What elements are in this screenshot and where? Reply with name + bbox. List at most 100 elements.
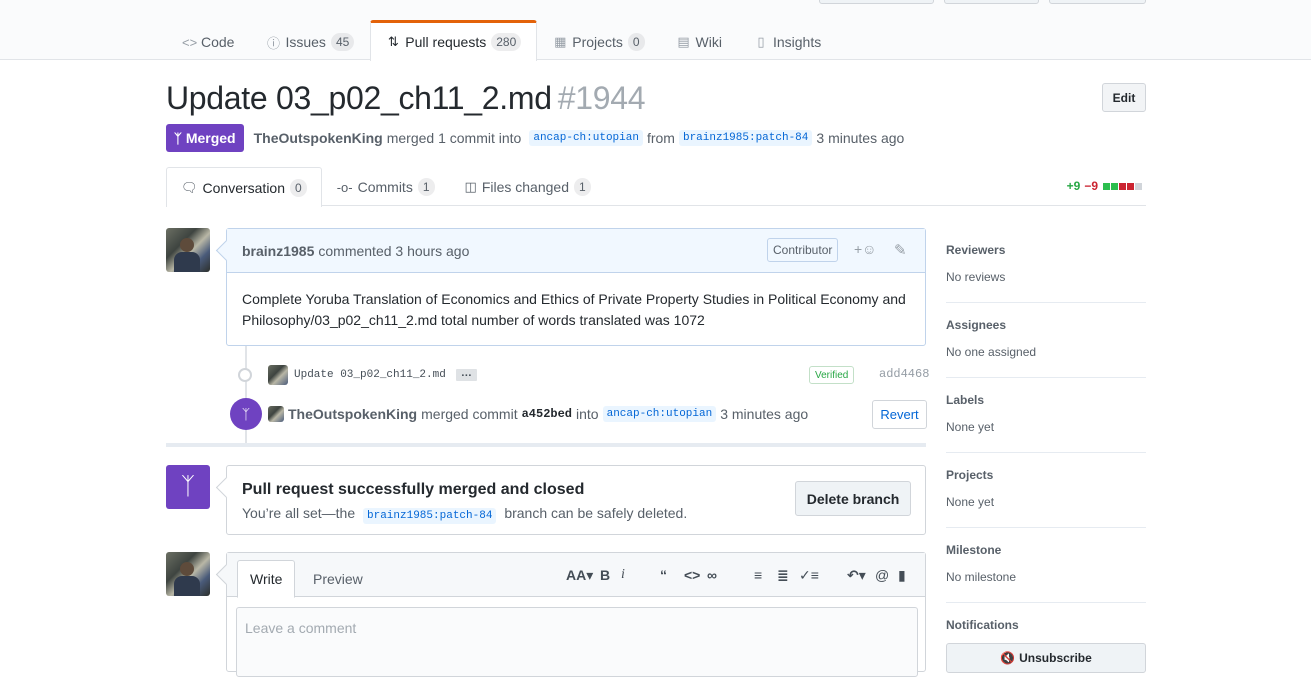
- commit-message-link[interactable]: Update 03_p02_ch11_2.md: [294, 369, 446, 381]
- star-button[interactable]: [944, 0, 1039, 4]
- sidebar-item-assignees: Assignees No one assigned: [946, 303, 1146, 378]
- delete-branch-button[interactable]: Delete branch: [795, 481, 911, 516]
- reply-icon[interactable]: ↶▾: [847, 567, 866, 584]
- tab-pull-requests-label: Pull requests: [405, 34, 487, 50]
- tab-insights[interactable]: ▯ Insights: [738, 20, 837, 61]
- tab-files-changed[interactable]: ◫ Files changed 1: [450, 167, 606, 206]
- diffstat-block: [1103, 182, 1110, 190]
- code-icon[interactable]: <>: [684, 567, 700, 583]
- comment-meta[interactable]: commented 3 hours ago: [318, 243, 469, 259]
- verified-badge[interactable]: Verified: [809, 366, 855, 384]
- edit-title-button[interactable]: Edit: [1102, 83, 1146, 112]
- sidebar-value: No reviews: [946, 270, 1006, 284]
- sidebar-heading[interactable]: Labels: [946, 393, 984, 407]
- pr-title-text: Update 03_p02_ch11_2.md: [166, 80, 552, 116]
- avatar[interactable]: [166, 552, 210, 596]
- sidebar-heading[interactable]: Projects: [946, 468, 993, 482]
- bold-icon[interactable]: B: [600, 567, 610, 583]
- pr-author-link[interactable]: TheOutspokenKing: [254, 130, 383, 146]
- preview-tab[interactable]: Preview: [301, 560, 375, 597]
- pull-requests-counter: 280: [491, 33, 522, 51]
- tab-insights-label: Insights: [772, 34, 822, 50]
- unordered-list-icon[interactable]: ≡: [754, 567, 762, 583]
- italic-icon[interactable]: i: [621, 567, 625, 583]
- sidebar-heading[interactable]: Assignees: [946, 318, 1006, 332]
- sidebar-item-milestone: Milestone No milestone: [946, 528, 1146, 603]
- merge-commit-sha[interactable]: a452bed: [522, 407, 572, 421]
- merge-target-branch[interactable]: ancap-ch:utopian: [602, 406, 717, 422]
- fork-button[interactable]: [1049, 0, 1146, 4]
- tab-projects[interactable]: ▦ Projects 0: [537, 20, 660, 61]
- projects-counter: 0: [627, 33, 645, 51]
- comment-textarea[interactable]: Leave a comment: [236, 607, 918, 677]
- merge-into-text: into: [576, 406, 599, 422]
- sidebar-heading[interactable]: Milestone: [946, 543, 1001, 557]
- quote-icon[interactable]: “: [660, 567, 667, 583]
- diffstat-block: [1135, 182, 1142, 190]
- tab-pull-requests[interactable]: ⇅ Pull requests 280: [370, 20, 538, 61]
- comment-header: brainz1985 commented 3 hours ago Contrib…: [227, 229, 925, 273]
- comment-author-link[interactable]: brainz1985: [242, 243, 314, 259]
- base-branch[interactable]: ancap-ch:utopian: [529, 130, 643, 146]
- merge-status-box: Pull request successfully merged and clo…: [226, 465, 926, 535]
- pencil-icon[interactable]: ✎: [894, 241, 907, 259]
- add-reaction-icon[interactable]: +☺: [854, 241, 876, 257]
- merge-event-text: merged commit: [421, 406, 518, 422]
- new-comment-header: Write Preview AA▾ B i “ <> ∞ ≡ ≣ ✓≡ ↶▾ @…: [227, 553, 925, 598]
- commit-dot-icon: [238, 368, 252, 382]
- revert-button[interactable]: Revert: [872, 400, 927, 429]
- task-list-icon[interactable]: ✓≡: [799, 567, 819, 584]
- head-branch[interactable]: brainz1985:patch-84: [678, 130, 813, 146]
- diffstat: +9 −9: [1067, 179, 1142, 193]
- issue-icon: ⓘ: [266, 35, 280, 51]
- tab-code-label: Code: [201, 34, 235, 50]
- diffstat-block: [1119, 182, 1126, 190]
- sidebar-heading[interactable]: Reviewers: [946, 243, 1005, 257]
- merger-avatar[interactable]: [268, 406, 284, 422]
- merge-sub-after: branch can be safely deleted.: [504, 505, 688, 521]
- tab-conversation[interactable]: 🗨 Conversation 0: [166, 167, 322, 207]
- merge-sub-before: You’re all set—the: [242, 505, 356, 521]
- tab-wiki-label: Wiki: [695, 34, 722, 50]
- commit-row: Update 03_p02_ch11_2.md … Verified add44…: [238, 364, 929, 386]
- watch-button[interactable]: [819, 0, 934, 4]
- sidebar-item-reviewers: Reviewers No reviews: [946, 228, 1146, 303]
- pr-number: #1944: [557, 80, 646, 116]
- merge-status-heading: Pull request successfully merged and clo…: [242, 481, 585, 498]
- expand-commit-button[interactable]: …: [455, 368, 477, 381]
- bookmark-icon[interactable]: ▮: [898, 567, 906, 584]
- git-merge-icon: ᛉ: [174, 130, 182, 146]
- comment-body: Complete Yoruba Translation of Economics…: [242, 291, 906, 328]
- avatar[interactable]: [166, 228, 210, 272]
- diffstat-block: [1127, 182, 1134, 190]
- commit-author-avatar[interactable]: [268, 365, 288, 385]
- unsubscribe-button[interactable]: 🔇 Unsubscribe: [946, 643, 1146, 673]
- diffstat-additions: +9: [1066, 179, 1081, 193]
- merger-link[interactable]: TheOutspokenKing: [288, 406, 417, 422]
- git-merge-icon: ᛉ: [230, 398, 262, 430]
- sidebar-item-labels: Labels None yet: [946, 378, 1146, 453]
- write-tab[interactable]: Write: [237, 560, 296, 598]
- book-icon: ▤: [677, 34, 690, 49]
- link-icon[interactable]: ∞: [707, 567, 717, 583]
- merge-event-time[interactable]: 3 minutes ago: [720, 406, 808, 422]
- pr-time[interactable]: 3 minutes ago: [816, 130, 904, 146]
- tab-wiki[interactable]: ▤ Wiki: [661, 20, 738, 61]
- ordered-list-icon[interactable]: ≣: [777, 567, 789, 584]
- merged-state-badge: ᛉ Merged: [166, 124, 244, 152]
- merged-branch[interactable]: brainz1985:patch-84: [363, 508, 497, 524]
- tab-commits[interactable]: -o- Commits 1: [322, 167, 450, 206]
- git-merge-icon: ᛉ: [166, 465, 210, 509]
- commit-sha-link[interactable]: add4468: [879, 367, 929, 381]
- text-size-icon[interactable]: AA▾: [566, 567, 593, 584]
- tab-issues[interactable]: ⓘ Issues 45: [250, 20, 370, 61]
- discussion-sidebar: Reviewers No reviews Assignees No one as…: [946, 228, 1146, 678]
- tab-commits-label: Commits: [357, 179, 413, 195]
- new-comment-form: Write Preview AA▾ B i “ <> ∞ ≡ ≣ ✓≡ ↶▾ @…: [226, 552, 926, 677]
- unsubscribe-label: Unsubscribe: [1019, 651, 1092, 665]
- repo-nav: <> Code ⓘ Issues 45 ⇅ Pull requests 280 …: [166, 20, 837, 61]
- tab-issues-label: Issues: [285, 34, 326, 50]
- tab-code[interactable]: <> Code: [166, 20, 250, 61]
- comment-discussion-icon: 🗨: [181, 179, 198, 195]
- mention-icon[interactable]: @: [875, 567, 889, 583]
